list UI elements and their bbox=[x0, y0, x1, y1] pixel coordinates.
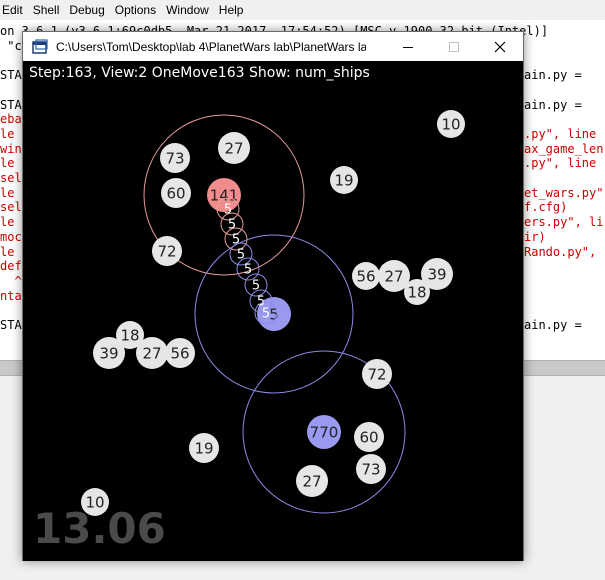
planet-neutral[interactable]: 10 bbox=[437, 110, 465, 138]
planet-ship-count: 27 bbox=[384, 268, 403, 286]
shell-menu-window[interactable]: Window bbox=[162, 3, 215, 17]
close-icon bbox=[494, 41, 506, 52]
shell-line-right: ir) bbox=[524, 229, 546, 244]
planet-ship-count: 18 bbox=[407, 284, 426, 302]
planet-neutral[interactable]: 72 bbox=[152, 236, 182, 266]
planet-ship-count: 18 bbox=[120, 327, 139, 345]
fleet-ship-count: 5 bbox=[262, 307, 270, 322]
app-icon bbox=[32, 38, 48, 54]
shell-line-right: Rando.py", bbox=[524, 244, 597, 259]
planet-ship-count: 56 bbox=[170, 345, 189, 363]
planet-ship-count: 19 bbox=[334, 172, 353, 190]
status-line: Step:163, View:2 OneMove163 Show: num_sh… bbox=[29, 65, 370, 81]
planet-ship-count: 56 bbox=[356, 268, 375, 286]
planet-player2[interactable]: 770 bbox=[307, 415, 341, 449]
fleet: 5 bbox=[236, 257, 260, 281]
shell-line-right: ain.py = bbox=[524, 97, 582, 112]
planetwars-window[interactable]: C:\Users\Tom\Desktop\lab 4\PlanetWars la… bbox=[22, 31, 524, 561]
planet-neutral[interactable]: 27 bbox=[218, 132, 250, 164]
shell-line-right: .py", line bbox=[524, 126, 597, 141]
planet-neutral[interactable]: 56 bbox=[165, 338, 195, 368]
planet-neutral[interactable]: 60 bbox=[161, 178, 191, 208]
shell-menu-debug[interactable]: Debug bbox=[65, 3, 110, 17]
close-button[interactable] bbox=[477, 32, 523, 61]
planet-neutral[interactable]: 56 bbox=[352, 262, 380, 290]
planet-ship-count: 19 bbox=[194, 440, 213, 458]
maximize-icon bbox=[449, 41, 459, 52]
fleet: 5 bbox=[244, 273, 268, 297]
planet-neutral[interactable]: 39 bbox=[93, 337, 125, 369]
planet-ship-count: 60 bbox=[166, 185, 185, 203]
shell-line: STA bbox=[0, 68, 22, 83]
planet-ship-count: 27 bbox=[142, 345, 161, 363]
window-title: C:\Users\Tom\Desktop\lab 4\PlanetWars la… bbox=[56, 39, 366, 54]
planet-ship-count: 39 bbox=[427, 266, 446, 284]
planet-ship-count: 10 bbox=[441, 116, 460, 134]
shell-menu-shell[interactable]: Shell bbox=[29, 3, 66, 17]
shell-line: le bbox=[0, 185, 22, 200]
shell-line: STA bbox=[0, 318, 22, 332]
shell-line-right: f.cfg) bbox=[524, 200, 568, 215]
shell-line-right: .py", line bbox=[524, 156, 597, 171]
shell-line: STA bbox=[0, 97, 22, 112]
planet-ship-count: 39 bbox=[99, 345, 118, 363]
shell-line: le bbox=[0, 126, 22, 141]
planet-ship-count: 770 bbox=[310, 424, 339, 442]
planet-neutral[interactable]: 19 bbox=[189, 433, 219, 463]
shell-menu-options[interactable]: Options bbox=[111, 3, 162, 17]
planet-ship-count: 73 bbox=[361, 461, 380, 479]
game-canvas[interactable]: 10 27 73 19 60 141 72 56 27 39 18 5 18 39 27 56 72 770 60 1… bbox=[23, 61, 523, 561]
shell-menubar: Edit Shell Debug Options Window Help bbox=[0, 0, 605, 20]
shell-line: le bbox=[0, 244, 22, 259]
planet-ship-count: 27 bbox=[224, 140, 243, 158]
fleet-ship-count: 5 bbox=[232, 233, 240, 248]
planet-neutral[interactable]: 72 bbox=[362, 359, 392, 389]
shell-line: eba bbox=[0, 112, 22, 127]
shell-line-right: ax_game_len bbox=[524, 141, 604, 156]
shell-line-right: ain.py = bbox=[524, 68, 582, 83]
shell-line-right: ain.py = bbox=[524, 318, 582, 332]
shell-line-right: et_wars.py" bbox=[524, 185, 604, 200]
shell-line: ^ bbox=[0, 273, 22, 288]
planet-neutral[interactable]: 18 bbox=[404, 279, 430, 305]
game-board: 1027731960 1417256 27 391851839 27 5672770 601… bbox=[81, 110, 465, 516]
planet-neutral[interactable]: 73 bbox=[160, 143, 190, 173]
planet-neutral[interactable]: 60 bbox=[354, 422, 384, 452]
shell-line: le bbox=[0, 215, 22, 230]
planet-neutral[interactable]: 27 bbox=[136, 337, 168, 369]
planet-neutral[interactable]: 19 bbox=[330, 166, 358, 194]
planet-neutral[interactable]: 73 bbox=[356, 454, 386, 484]
shell-line: sel bbox=[0, 200, 22, 215]
minimize-button[interactable] bbox=[385, 32, 431, 61]
shell-line: moc bbox=[0, 229, 22, 244]
planet-neutral[interactable]: 27 bbox=[296, 465, 328, 497]
maximize-button[interactable] bbox=[431, 32, 477, 61]
shell-line: sel bbox=[0, 171, 22, 185]
shell-menu-edit[interactable]: Edit bbox=[0, 3, 29, 17]
window-titlebar[interactable]: C:\Users\Tom\Desktop\lab 4\PlanetWars la… bbox=[23, 32, 523, 61]
planet-ship-count: 73 bbox=[165, 150, 184, 168]
planet-ship-count: 60 bbox=[359, 429, 378, 447]
minimize-icon bbox=[403, 46, 413, 48]
shell-menu-help[interactable]: Help bbox=[215, 3, 250, 17]
shell-line: "c bbox=[0, 38, 22, 53]
shell-line: win bbox=[0, 141, 22, 156]
planet-ship-count: 72 bbox=[157, 243, 176, 261]
shell-line: le bbox=[0, 156, 22, 171]
shell-line-right: ers.py", li bbox=[524, 215, 604, 230]
game-timer: 13.06 bbox=[33, 504, 166, 553]
shell-line: nta bbox=[0, 288, 22, 303]
planet-ship-count: 27 bbox=[302, 473, 321, 491]
planet-ship-count: 72 bbox=[367, 366, 386, 384]
shell-line: def bbox=[0, 259, 22, 274]
